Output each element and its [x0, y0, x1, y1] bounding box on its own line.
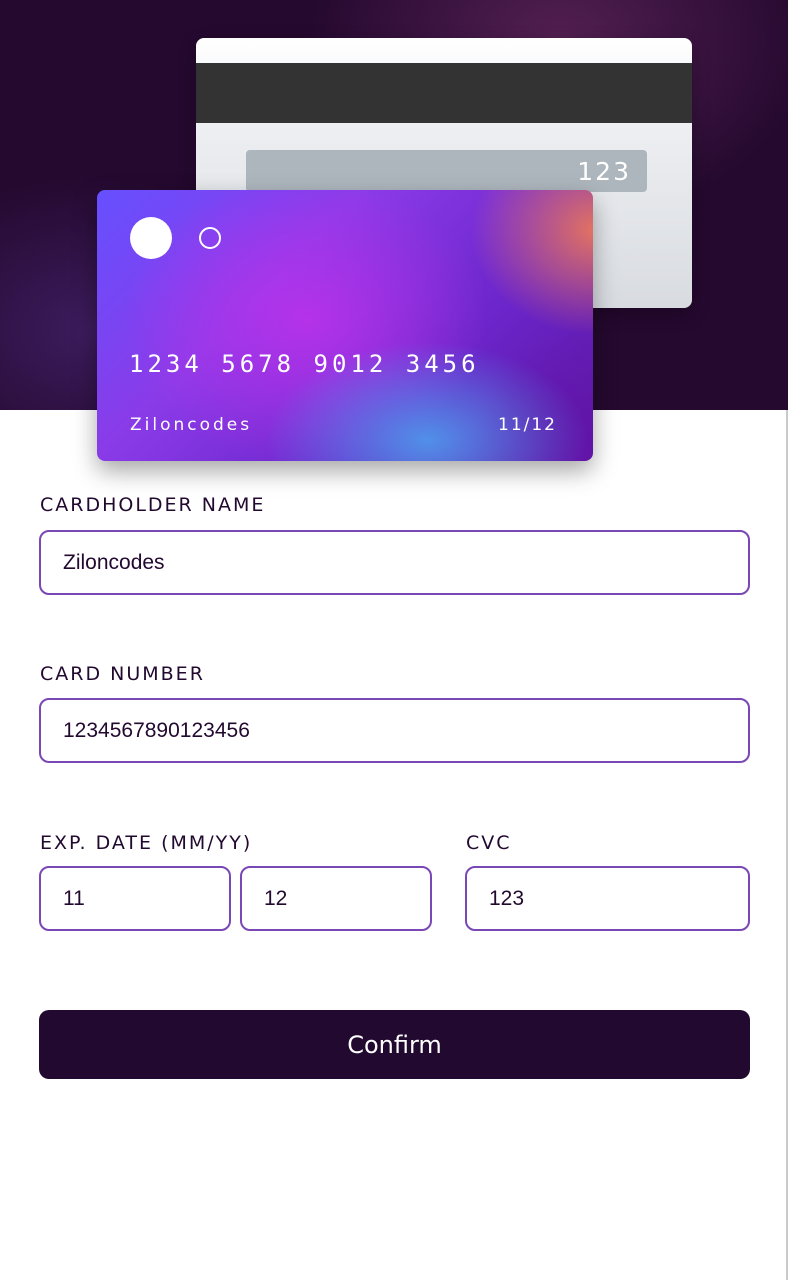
card-front-number: 1234 5678 9012 3456	[129, 350, 480, 378]
card-logo-filled-circle-icon	[130, 217, 172, 259]
cardholder-name-input[interactable]: Ziloncodes	[39, 530, 750, 595]
card-front: 1234 5678 9012 3456 Ziloncodes 11/12	[97, 190, 593, 461]
card-number-value: 1234567890123456	[63, 718, 250, 742]
card-number-label: CARD NUMBER	[40, 663, 205, 685]
confirm-button[interactable]: Confirm	[39, 1010, 750, 1079]
exp-date-label: EXP. DATE (MM/YY)	[40, 832, 253, 854]
card-front-holder: Ziloncodes	[130, 415, 253, 435]
card-front-expiry: 11/12	[498, 415, 557, 435]
cvc-label: CVC	[466, 832, 512, 854]
cvc-input[interactable]: 123	[465, 866, 750, 931]
card-number-input[interactable]: 1234567890123456	[39, 698, 750, 763]
exp-year-value: 12	[264, 886, 288, 910]
card-back-cvc: 123	[577, 156, 631, 186]
cardholder-name-label: CARDHOLDER NAME	[40, 494, 266, 516]
card-logo-outline-circle-icon	[199, 227, 221, 249]
exp-month-value: 11	[63, 886, 85, 910]
exp-month-input[interactable]: 11	[39, 866, 231, 931]
magnetic-stripe	[196, 63, 692, 123]
signature-strip: 123	[246, 150, 647, 192]
cvc-value: 123	[489, 886, 525, 910]
cardholder-name-value: Ziloncodes	[63, 550, 165, 574]
exp-year-input[interactable]: 12	[240, 866, 432, 931]
